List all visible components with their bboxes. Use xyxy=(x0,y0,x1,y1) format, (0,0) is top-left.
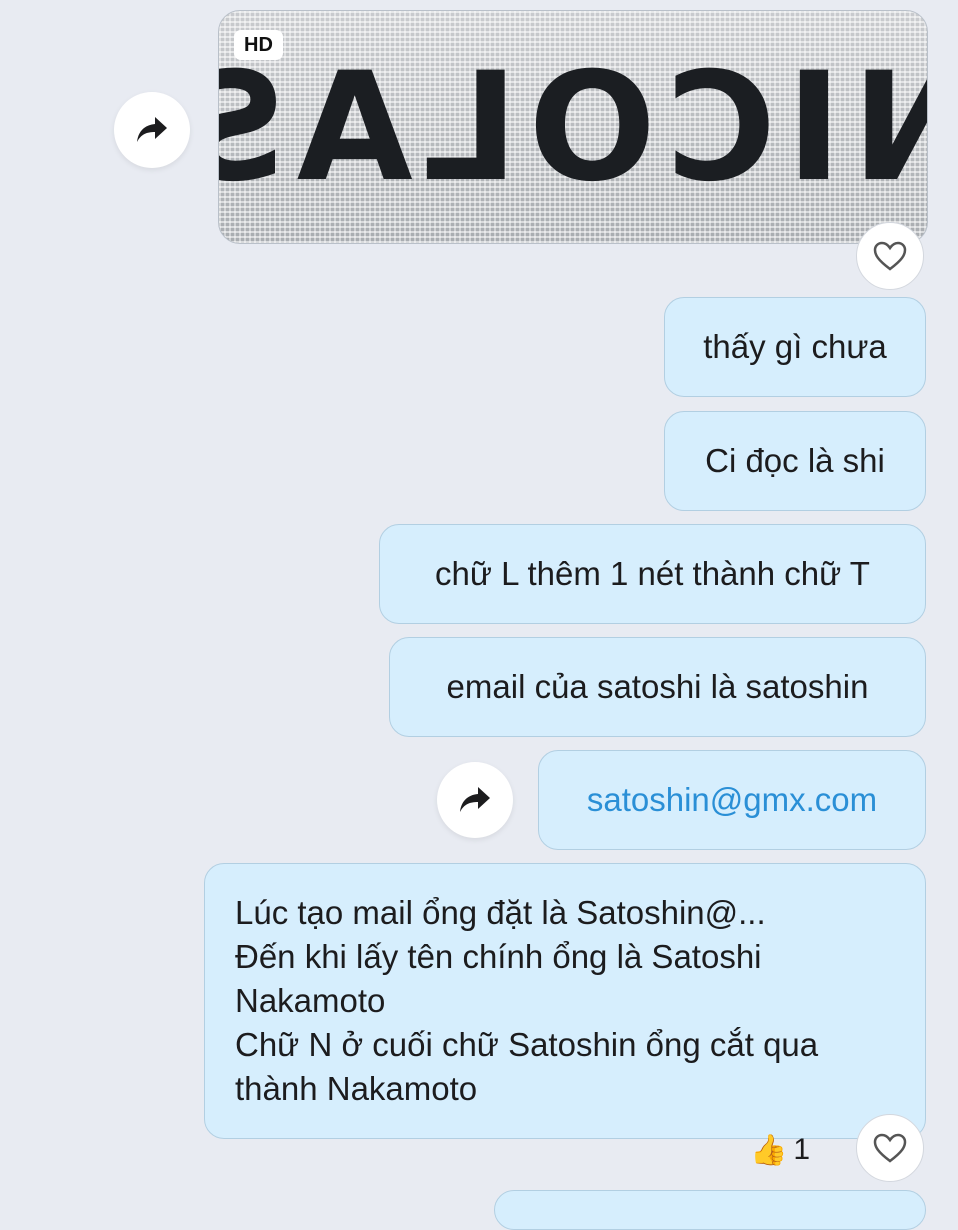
message-text: email của satoshi là satoshin xyxy=(446,668,869,705)
message-line: Nakamoto xyxy=(235,982,386,1019)
share-link-button[interactable] xyxy=(437,762,513,838)
message-bubble[interactable]: email của satoshi là satoshin xyxy=(389,637,926,737)
message-line: Đến khi lấy tên chính ổng là Satoshi xyxy=(235,938,762,975)
reaction-badge[interactable]: 👍 1 xyxy=(750,1126,810,1174)
share-forward-icon xyxy=(137,117,167,142)
image-mirrored-text: NICOLAS xyxy=(219,41,927,215)
message-text: chữ L thêm 1 nét thành chữ T xyxy=(435,555,870,592)
hd-badge: HD xyxy=(234,30,283,60)
heart-outline-icon xyxy=(873,241,907,271)
share-forward-icon xyxy=(460,787,490,812)
message-bubble[interactable]: chữ L thêm 1 nét thành chữ T xyxy=(379,524,926,624)
message-bubble[interactable]: Ci đọc là shi xyxy=(664,411,926,511)
message-bubble-partial[interactable] xyxy=(494,1190,926,1230)
message-line: Chữ N ở cuối chữ Satoshin ổng cắt qua xyxy=(235,1026,819,1063)
message-bubble[interactable]: Lúc tạo mail ổng đặt là Satoshin@... Đến… xyxy=(204,863,926,1139)
message-bubble[interactable]: thấy gì chưa xyxy=(664,297,926,397)
message-text: thấy gì chưa xyxy=(703,328,887,365)
message-text: Ci đọc là shi xyxy=(705,442,885,479)
message-line: Lúc tạo mail ổng đặt là Satoshin@... xyxy=(235,894,766,931)
heart-outline-icon xyxy=(873,1133,907,1163)
message-bubble-link[interactable]: satoshin@gmx.com xyxy=(538,750,926,850)
image-message[interactable]: NICOLAS xyxy=(218,10,928,244)
like-image-button[interactable] xyxy=(856,222,924,290)
email-link[interactable]: satoshin@gmx.com xyxy=(587,778,877,822)
share-image-button[interactable] xyxy=(114,92,190,168)
reaction-count: 1 xyxy=(793,1133,811,1166)
message-line: thành Nakamoto xyxy=(235,1070,478,1107)
like-message-button[interactable] xyxy=(856,1114,924,1182)
thumbs-up-icon: 👍 xyxy=(750,1133,788,1167)
